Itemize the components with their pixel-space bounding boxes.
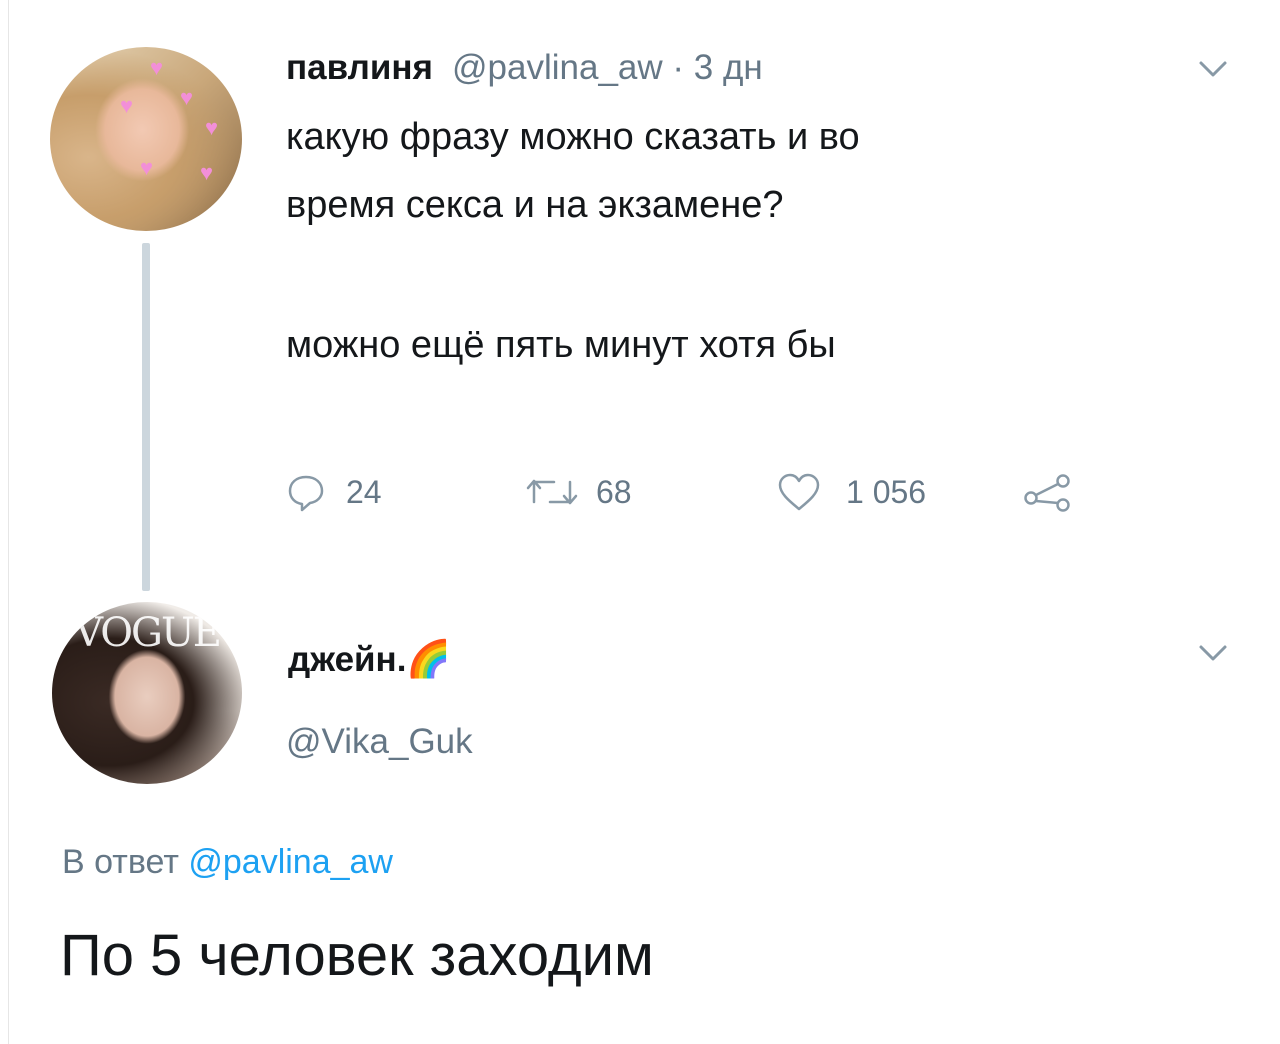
author-name[interactable]: павлиня — [286, 48, 433, 88]
chevron-down-icon[interactable] — [1198, 642, 1228, 664]
in-reply-to: В ответ @pavlina_aw — [62, 843, 393, 882]
heart-sticker-icon: ♥ — [140, 155, 154, 180]
like-count: 1 056 — [846, 473, 927, 510]
heart-sticker-icon: ♥ — [200, 160, 214, 185]
in-reply-mention-link[interactable]: @pavlina_aw — [188, 843, 393, 881]
share-button[interactable] — [1022, 468, 1074, 516]
chevron-down-icon[interactable] — [1198, 58, 1228, 80]
tweet-text-line: какую фразу можно сказать и во — [286, 116, 860, 158]
reply-tweet-text: По 5 человек заходим — [60, 923, 654, 988]
retweet-count: 68 — [596, 473, 632, 510]
thread-connector-line — [142, 243, 150, 591]
reply-button[interactable]: 24 — [286, 468, 382, 516]
author-handle[interactable]: @pavlina_aw · 3 дн — [452, 48, 763, 88]
avatar[interactable]: VOGUE — [52, 602, 242, 784]
heart-sticker-icon: ♥ — [150, 55, 164, 80]
heart-sticker-icon: ♥ — [120, 93, 134, 118]
rainbow-emoji: 🌈 — [406, 638, 452, 679]
timestamp[interactable]: 3 дн — [694, 48, 763, 87]
reply-count: 24 — [346, 473, 382, 510]
author-name[interactable]: джейн.🌈 — [288, 638, 451, 680]
heart-sticker-icon: ♥ — [205, 115, 219, 140]
tweet-text-line: можно ещё пять минут хотя бы — [286, 324, 836, 366]
author-handle[interactable]: @Vika_Guk — [286, 722, 473, 762]
heart-sticker-icon: ♥ — [180, 85, 194, 110]
like-button[interactable]: 1 056 — [776, 468, 926, 516]
share-icon — [1024, 474, 1070, 512]
reply-icon — [288, 475, 324, 512]
left-border — [8, 0, 9, 1044]
like-icon — [778, 473, 820, 511]
retweet-icon — [526, 479, 578, 505]
tweet-text-line: время секса и на экзамене? — [286, 184, 784, 226]
in-reply-prefix: В ответ — [62, 843, 179, 881]
avatar[interactable]: ♥ ♥ ♥ ♥ ♥ ♥ — [50, 47, 242, 231]
time-separator: · — [672, 48, 685, 87]
retweet-button[interactable]: 68 — [524, 468, 632, 516]
avatar-vogue-text: VOGUE — [74, 610, 222, 656]
